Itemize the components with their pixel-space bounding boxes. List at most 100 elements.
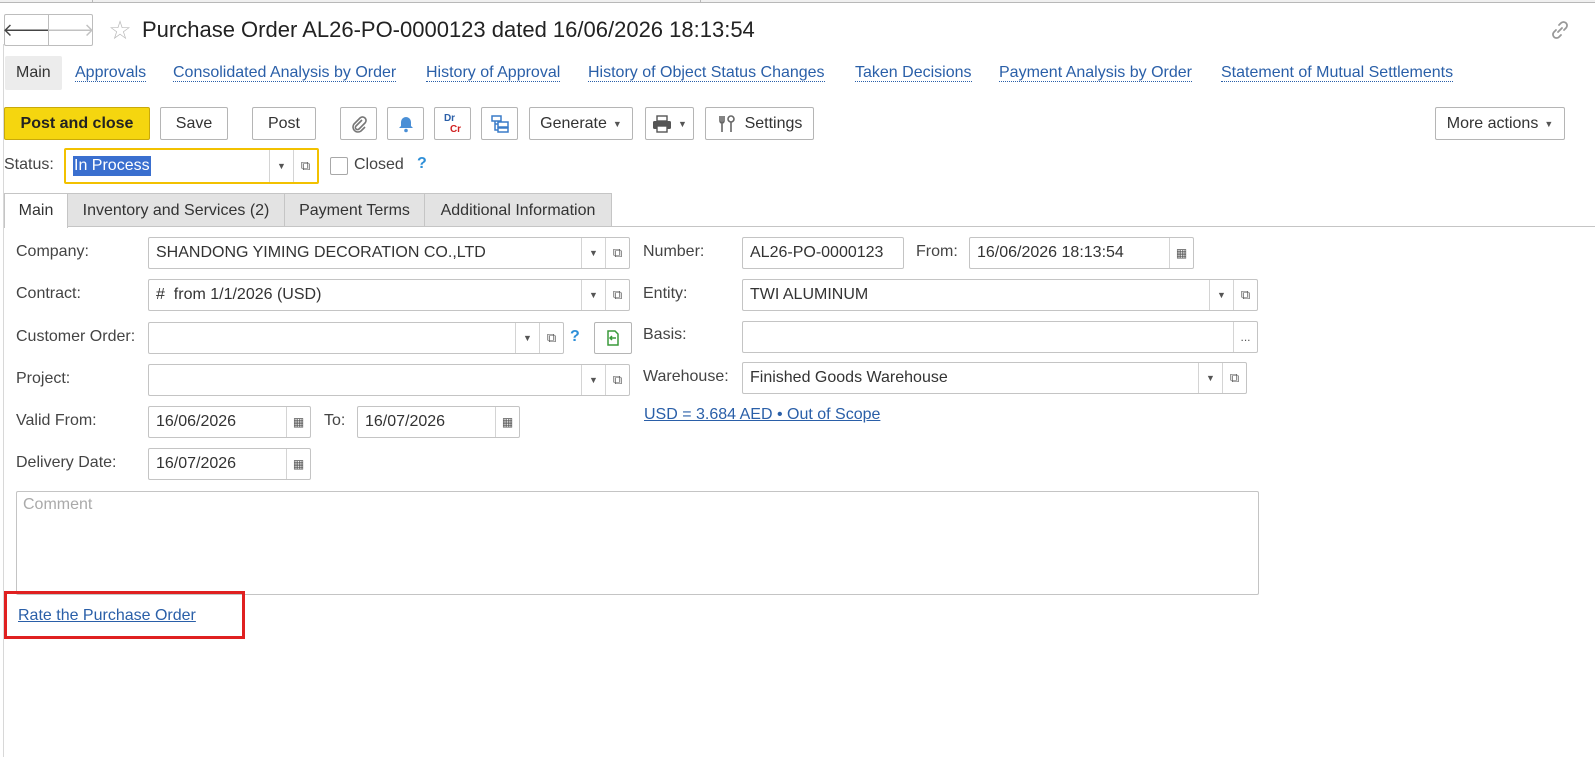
tab-payment-terms[interactable]: Payment Terms — [284, 193, 425, 227]
page-title: Purchase Order AL26-PO-0000123 dated 16/… — [142, 17, 755, 42]
project-label: Project: — [16, 370, 71, 387]
open-button[interactable]: ⧉ — [1222, 363, 1246, 393]
status-field[interactable]: In Process ▼ ⧉ — [64, 148, 319, 184]
open-button[interactable]: ⧉ — [293, 150, 317, 182]
notification-button[interactable] — [387, 107, 424, 140]
from-date-field[interactable]: 16/06/2026 18:13:54 ▦ — [969, 237, 1194, 269]
open-window-icon: ⧉ — [546, 330, 557, 345]
post-button[interactable]: Post — [252, 107, 316, 140]
dropdown-button[interactable]: ▼ — [269, 150, 293, 182]
warehouse-label: Warehouse: — [643, 368, 729, 385]
open-window-icon: ⧉ — [1240, 287, 1251, 302]
sectab-mutual-settlements[interactable]: Statement of Mutual Settlements — [1221, 56, 1454, 90]
closed-label: Closed — [354, 156, 404, 173]
calendar-button[interactable]: ▦ — [286, 407, 310, 437]
more-actions-label: More actions — [1446, 114, 1539, 132]
calendar-button[interactable]: ▦ — [495, 407, 519, 437]
post-and-close-button[interactable]: Post and close — [4, 107, 150, 140]
generate-button[interactable]: Generate ▼ — [529, 107, 633, 140]
from-label: From: — [916, 243, 958, 260]
structure-button[interactable] — [481, 107, 518, 140]
select-button[interactable]: ... — [1233, 322, 1257, 352]
warehouse-field[interactable]: Finished Goods Warehouse ▼ ⧉ — [742, 362, 1247, 394]
settings-button[interactable]: Settings — [705, 107, 814, 140]
calendar-button[interactable]: ▦ — [286, 449, 310, 479]
company-value: SHANDONG YIMING DECORATION CO.,LTD — [156, 244, 486, 261]
project-field[interactable]: ▼ ⧉ — [148, 364, 630, 396]
caret-down-icon: ▼ — [523, 333, 532, 343]
back-button[interactable]: 🡐 — [2, 14, 51, 46]
delivery-date-field[interactable]: 16/07/2026 ▦ — [148, 448, 311, 480]
save-button[interactable]: Save — [160, 107, 228, 140]
bell-icon — [398, 116, 413, 132]
forward-button[interactable]: 🡒 — [46, 14, 95, 46]
open-button[interactable]: ⧉ — [605, 365, 629, 395]
delivery-date-value: 16/07/2026 — [156, 455, 237, 472]
open-button[interactable]: ⧉ — [1233, 280, 1257, 310]
tab-divider — [4, 226, 1595, 227]
sectab-main[interactable]: Main — [5, 56, 62, 90]
sectab-approvals[interactable]: Approvals — [75, 56, 147, 90]
closed-checkbox[interactable] — [330, 157, 348, 175]
caret-down-icon: ▼ — [589, 375, 598, 385]
dropdown-button[interactable]: ▼ — [1198, 363, 1222, 393]
contract-value: # from 1/1/2026 (USD) — [156, 286, 322, 303]
tools-icon — [718, 114, 735, 132]
more-actions-button[interactable]: More actions ▼ — [1435, 107, 1565, 140]
tab-main[interactable]: Main — [4, 193, 68, 228]
customer-order-field[interactable]: ▼ ⧉ — [148, 322, 564, 354]
attach-button[interactable] — [340, 107, 377, 140]
link-icon[interactable] — [1548, 18, 1572, 42]
sectab-payment-analysis[interactable]: Payment Analysis by Order — [999, 56, 1192, 90]
company-label: Company: — [16, 243, 89, 260]
dropdown-button[interactable]: ▼ — [581, 280, 605, 310]
valid-to-field[interactable]: 16/07/2026 ▦ — [357, 406, 520, 438]
favorite-star-icon[interactable]: ☆ — [107, 14, 133, 46]
caret-down-icon: ▼ — [1544, 118, 1554, 129]
contract-label: Contract: — [16, 285, 81, 302]
dropdown-button[interactable]: ▼ — [581, 238, 605, 268]
settings-label: Settings — [744, 114, 803, 132]
dropdown-button[interactable]: ▼ — [581, 365, 605, 395]
sectab-consolidated-analysis[interactable]: Consolidated Analysis by Order — [173, 56, 397, 90]
sectab-history-of-approval[interactable]: History of Approval — [426, 56, 561, 90]
cr-label: Cr — [449, 123, 462, 135]
tab-inventory-services[interactable]: Inventory and Services (2) — [67, 193, 285, 227]
entity-field[interactable]: TWI ALUMINUM ▼ ⧉ — [742, 279, 1258, 311]
caret-down-icon: ▼ — [612, 118, 622, 129]
valid-from-field[interactable]: 16/06/2026 ▦ — [148, 406, 311, 438]
open-window-icon: ⧉ — [612, 245, 623, 260]
number-value: AL26-PO-0000123 — [750, 244, 884, 261]
status-label: Status: — [4, 156, 54, 173]
tab-additional-information[interactable]: Additional Information — [424, 193, 612, 227]
comment-field[interactable]: Comment — [16, 491, 1259, 595]
sectab-history-status-changes[interactable]: History of Object Status Changes — [588, 56, 825, 90]
caret-down-icon: ▼ — [1217, 290, 1226, 300]
hierarchy-icon — [490, 114, 509, 133]
status-value[interactable]: In Process — [73, 156, 151, 176]
number-field[interactable]: AL26-PO-0000123 — [742, 237, 904, 269]
dr-cr-button[interactable]: Dr Cr — [434, 107, 471, 140]
print-button[interactable]: ▼ — [645, 107, 694, 140]
sectab-taken-decisions[interactable]: Taken Decisions — [855, 56, 972, 90]
help-icon[interactable]: ? — [417, 155, 427, 173]
open-button[interactable]: ⧉ — [605, 280, 629, 310]
open-button[interactable]: ⧉ — [605, 238, 629, 268]
dropdown-button[interactable]: ▼ — [515, 323, 539, 353]
comment-placeholder: Comment — [23, 496, 93, 513]
exchange-rate-link[interactable]: USD = 3.684 AED • Out of Scope — [644, 406, 880, 424]
caret-down-icon: ▼ — [277, 161, 286, 171]
help-icon[interactable]: ? — [570, 328, 580, 346]
basis-label: Basis: — [643, 326, 687, 343]
delivery-date-label: Delivery Date: — [16, 454, 117, 471]
basis-field[interactable]: ... — [742, 321, 1258, 353]
fill-from-order-button[interactable] — [594, 322, 632, 354]
dropdown-button[interactable]: ▼ — [1209, 280, 1233, 310]
company-field[interactable]: SHANDONG YIMING DECORATION CO.,LTD ▼ ⧉ — [148, 237, 630, 269]
import-document-icon — [607, 330, 619, 346]
open-button[interactable]: ⧉ — [539, 323, 563, 353]
calendar-button[interactable]: ▦ — [1169, 238, 1193, 268]
valid-from-label: Valid From: — [16, 412, 97, 429]
rate-purchase-order-link[interactable]: Rate the Purchase Order — [18, 607, 196, 625]
contract-field[interactable]: # from 1/1/2026 (USD) ▼ ⧉ — [148, 279, 630, 311]
